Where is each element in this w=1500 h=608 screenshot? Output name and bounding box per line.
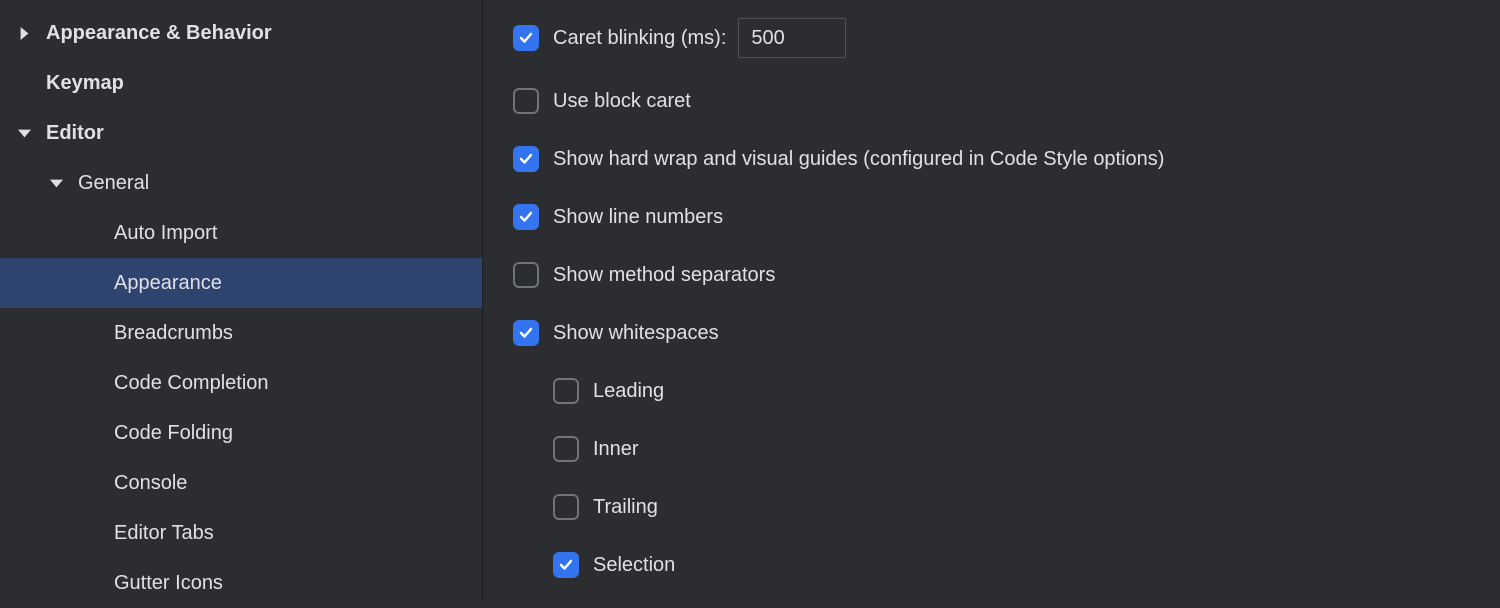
- sidebar-label: Appearance: [114, 272, 222, 295]
- sidebar-label: Keymap: [46, 72, 124, 95]
- label-trailing: Trailing: [593, 496, 658, 519]
- settings-sidebar: Appearance & Behavior Keymap Editor Gene…: [0, 0, 483, 600]
- row-show-line-numbers: Show line numbers: [513, 202, 1470, 232]
- sidebar-label: Auto Import: [114, 222, 217, 245]
- sidebar-item-editor-tabs[interactable]: Editor Tabs: [0, 508, 482, 558]
- sidebar-label: Editor Tabs: [114, 522, 214, 545]
- row-show-whitespaces: Show whitespaces: [513, 318, 1470, 348]
- sidebar-item-appearance[interactable]: Appearance: [0, 258, 482, 308]
- sidebar-label: Console: [114, 472, 187, 495]
- row-show-method-separators: Show method separators: [513, 260, 1470, 290]
- sidebar-label: Code Completion: [114, 372, 269, 395]
- label-show-method-separators: Show method separators: [553, 264, 775, 287]
- label-show-line-numbers: Show line numbers: [553, 206, 723, 229]
- label-inner: Inner: [593, 438, 639, 461]
- sidebar-item-code-folding[interactable]: Code Folding: [0, 408, 482, 458]
- sidebar-item-keymap[interactable]: Keymap: [0, 58, 482, 108]
- label-show-whitespaces: Show whitespaces: [553, 322, 719, 345]
- sidebar-item-console[interactable]: Console: [0, 458, 482, 508]
- label-leading: Leading: [593, 380, 664, 403]
- checkbox-trailing[interactable]: [553, 494, 579, 520]
- checkbox-selection[interactable]: [553, 552, 579, 578]
- sidebar-item-breadcrumbs[interactable]: Breadcrumbs: [0, 308, 482, 358]
- sidebar-label: Gutter Icons: [114, 572, 223, 595]
- sidebar-label: General: [78, 172, 149, 195]
- checkbox-inner[interactable]: [553, 436, 579, 462]
- label-caret-blinking: Caret blinking (ms):: [553, 27, 726, 50]
- label-show-hard-wrap: Show hard wrap and visual guides (config…: [553, 148, 1164, 171]
- checkbox-use-block-caret[interactable]: [513, 88, 539, 114]
- checkbox-leading[interactable]: [553, 378, 579, 404]
- checkbox-show-whitespaces[interactable]: [513, 320, 539, 346]
- chevron-right-icon: [18, 27, 46, 40]
- sidebar-label: Breadcrumbs: [114, 322, 233, 345]
- sidebar-item-editor[interactable]: Editor: [0, 108, 482, 158]
- row-leading: Leading: [553, 376, 1470, 406]
- input-caret-blinking-ms[interactable]: [738, 18, 846, 58]
- row-use-block-caret: Use block caret: [513, 86, 1470, 116]
- row-caret-blinking: Caret blinking (ms):: [513, 18, 1470, 58]
- row-trailing: Trailing: [553, 492, 1470, 522]
- row-show-hard-wrap: Show hard wrap and visual guides (config…: [513, 144, 1470, 174]
- sidebar-label: Appearance & Behavior: [46, 22, 272, 45]
- label-selection: Selection: [593, 554, 675, 577]
- sidebar-item-general[interactable]: General: [0, 158, 482, 208]
- row-selection: Selection: [553, 550, 1470, 580]
- sidebar-item-appearance-behavior[interactable]: Appearance & Behavior: [0, 8, 482, 58]
- whitespace-subgroup: Leading Inner Trailing Selection: [553, 376, 1470, 580]
- row-inner: Inner: [553, 434, 1470, 464]
- sidebar-item-gutter-icons[interactable]: Gutter Icons: [0, 558, 482, 608]
- sidebar-item-auto-import[interactable]: Auto Import: [0, 208, 482, 258]
- checkbox-caret-blinking[interactable]: [513, 25, 539, 51]
- checkbox-show-line-numbers[interactable]: [513, 204, 539, 230]
- settings-content: Caret blinking (ms): Use block caret Sho…: [483, 0, 1500, 600]
- sidebar-item-code-completion[interactable]: Code Completion: [0, 358, 482, 408]
- checkbox-show-hard-wrap[interactable]: [513, 146, 539, 172]
- label-use-block-caret: Use block caret: [553, 90, 691, 113]
- chevron-down-icon: [50, 177, 78, 190]
- checkbox-show-method-separators[interactable]: [513, 262, 539, 288]
- sidebar-label: Editor: [46, 122, 104, 145]
- sidebar-label: Code Folding: [114, 422, 233, 445]
- chevron-down-icon: [18, 127, 46, 140]
